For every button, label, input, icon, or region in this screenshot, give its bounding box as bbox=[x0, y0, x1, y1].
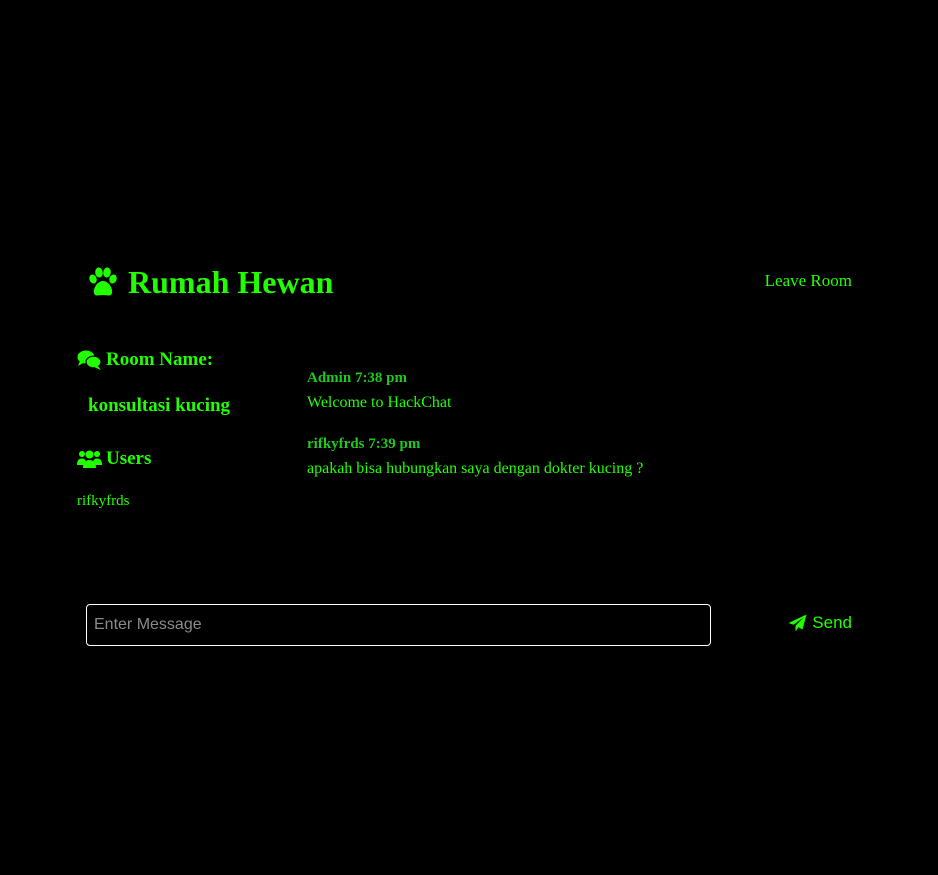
message-composer: Send bbox=[86, 604, 852, 646]
comments-icon bbox=[77, 350, 102, 370]
message-text: Welcome to HackChat bbox=[307, 394, 452, 411]
message-time: 7:38 pm bbox=[354, 370, 408, 386]
app-title: Rumah Hewan bbox=[128, 264, 334, 300]
send-label: Send bbox=[812, 613, 852, 632]
users-label: Users bbox=[106, 448, 152, 469]
message-meta: rifkyfrds 7:39 pm bbox=[307, 435, 867, 453]
users-heading: Users bbox=[77, 445, 292, 473]
message-item: Admin 7:38 pm Welcome to HackChat bbox=[307, 369, 867, 413]
sidebar: Room Name: konsultasi kucing Users rifky… bbox=[77, 346, 292, 510]
leave-room-button[interactable]: Leave Room bbox=[765, 271, 852, 291]
room-name-label: Room Name: bbox=[106, 349, 214, 370]
chat-header: Rumah Hewan Leave Room bbox=[86, 262, 852, 302]
chat-page: Rumah Hewan Leave Room Room Name: konsul… bbox=[0, 0, 938, 875]
message-input[interactable] bbox=[86, 604, 711, 646]
message-time: 7:39 pm bbox=[368, 436, 421, 452]
send-button[interactable]: Send bbox=[788, 613, 852, 633]
paper-plane-icon bbox=[788, 614, 807, 632]
message-meta: Admin 7:38 pm bbox=[307, 369, 867, 387]
paw-icon bbox=[89, 267, 117, 296]
message-item: rifkyfrds 7:39 pm apakah bisa hubungkan … bbox=[307, 435, 867, 479]
user-list-item: rifkyfrds bbox=[77, 493, 130, 509]
message-text: apakah bisa hubungkan saya dengan dokter… bbox=[307, 460, 644, 477]
room-name-heading: Room Name: bbox=[77, 346, 292, 374]
message-author: Admin bbox=[307, 370, 352, 386]
brand: Rumah Hewan bbox=[86, 262, 333, 302]
room-name-value: konsultasi kucing bbox=[88, 395, 231, 416]
users-icon bbox=[77, 450, 102, 468]
message-list: Admin 7:38 pm Welcome to HackChat rifkyf… bbox=[307, 369, 867, 501]
message-author: rifkyfrds bbox=[307, 436, 365, 452]
